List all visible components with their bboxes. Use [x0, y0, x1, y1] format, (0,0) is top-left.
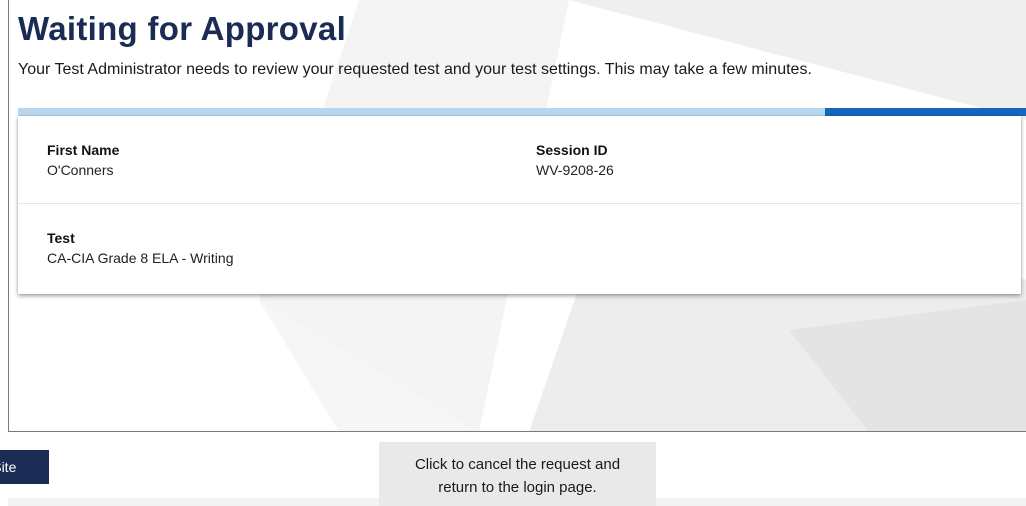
page-title: Waiting for Approval	[18, 10, 347, 47]
exit-site-button[interactable]: Exit Site	[0, 450, 49, 484]
exit-site-label: Exit Site	[0, 459, 17, 475]
card-row-test: Test CA-CIA Grade 8 ELA - Writing	[18, 204, 1021, 294]
test-field: Test CA-CIA Grade 8 ELA - Writing	[47, 229, 233, 267]
progress-bar	[18, 108, 1026, 116]
session-id-value: WV-9208-26	[536, 162, 614, 178]
page-subtitle: Your Test Administrator needs to review …	[18, 61, 812, 78]
session-id-field: Session ID WV-9208-26	[536, 141, 614, 179]
test-value: CA-CIA Grade 8 ELA - Writing	[47, 250, 234, 266]
first-name-value: O'Conners	[47, 162, 114, 178]
student-info-card: First Name O'Conners Session ID WV-9208-…	[18, 116, 1021, 294]
cancel-request-button[interactable]: Click to cancel the request and return t…	[379, 442, 656, 506]
session-id-label: Session ID	[536, 142, 608, 158]
progress-bar-fill	[825, 108, 1026, 116]
main-panel: Waiting for Approval Your Test Administr…	[8, 0, 1026, 432]
first-name-label: First Name	[47, 142, 120, 158]
card-row-identity: First Name O'Conners Session ID WV-9208-…	[18, 116, 1021, 204]
first-name-field: First Name O'Conners	[47, 141, 119, 179]
test-label: Test	[47, 230, 75, 246]
cancel-request-label: Click to cancel the request and return t…	[414, 456, 621, 496]
